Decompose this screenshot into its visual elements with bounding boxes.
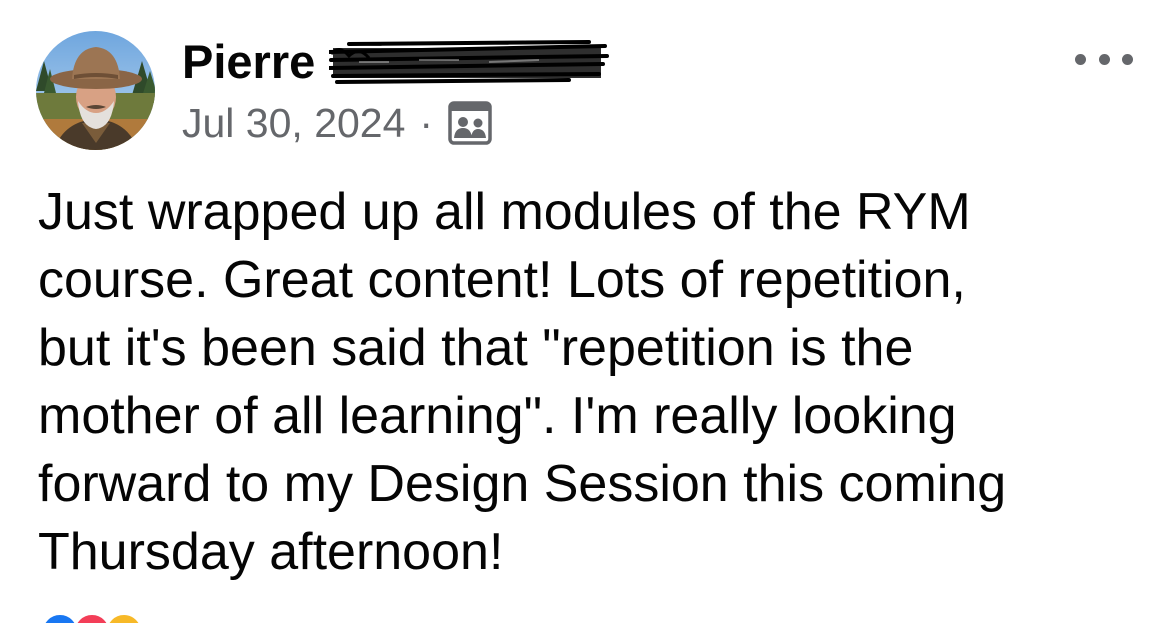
avatar-image <box>36 31 155 150</box>
more-dot <box>1122 53 1133 65</box>
post-date[interactable]: Jul 30, 2024 <box>182 95 405 151</box>
post-text-line: forward to my Design Session this coming <box>38 455 1007 513</box>
post-text: Just wrapped up all modules of the RYM c… <box>38 178 1138 586</box>
post-card: Pierre Jul 30, 2024 · Just wrapped up al… <box>0 0 1169 623</box>
haha-icon <box>104 612 144 623</box>
post-meta: Jul 30, 2024 · <box>182 95 493 151</box>
redaction-scribble <box>329 40 610 84</box>
more-dot <box>1098 53 1110 65</box>
post-text-line: Just wrapped up all modules of the RYM <box>38 183 971 241</box>
reaction-icons[interactable] <box>40 612 144 623</box>
author-row: Pierre <box>182 32 610 92</box>
post-text-line: course. Great content! Lots of repetitio… <box>38 251 966 309</box>
avatar[interactable] <box>36 31 155 150</box>
post-text-line: mother of all learning". I'm really look… <box>38 387 957 445</box>
more-dot <box>1075 53 1086 65</box>
author-name[interactable]: Pierre <box>182 32 315 92</box>
friends-icon[interactable] <box>447 100 493 146</box>
post-text-line: Thursday afternoon! <box>38 523 504 581</box>
more-options-icon[interactable] <box>1075 42 1133 76</box>
post-text-line: but it's been said that "repetition is t… <box>38 319 914 377</box>
meta-separator: · <box>419 100 434 146</box>
